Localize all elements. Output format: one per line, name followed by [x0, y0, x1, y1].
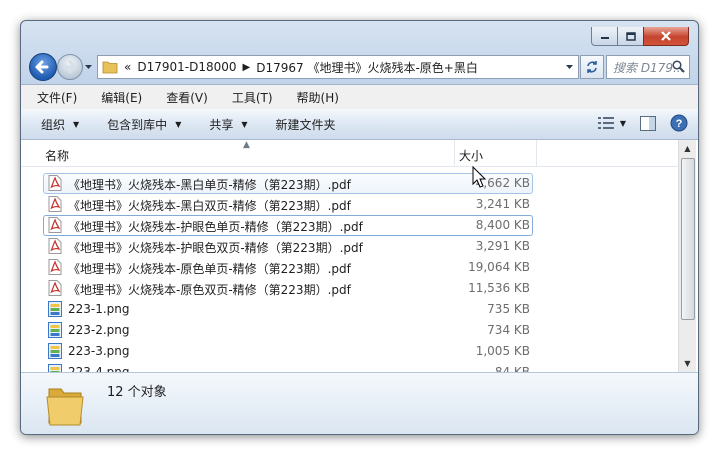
- file-row[interactable]: 《地理书》火烧残本-黑白双页-精修（第223期）.pdf 3,241 KB: [21, 194, 678, 215]
- file-name: 《地理书》火烧残本-原色双页-精修（第223期）.pdf: [68, 283, 351, 297]
- file-size: 3,291 KB: [475, 239, 530, 253]
- close-icon: [661, 31, 671, 41]
- scroll-down-icon[interactable]: ▼: [679, 355, 696, 372]
- breadcrumb-separator-icon[interactable]: ▶: [243, 62, 251, 73]
- folder-icon: [102, 61, 118, 74]
- details-pane: 12 个对象: [21, 372, 698, 434]
- help-icon[interactable]: ?: [670, 114, 688, 132]
- file-name: 《地理书》火烧残本-黑白双页-精修（第223期）.pdf: [68, 199, 351, 213]
- column-size[interactable]: 大小: [459, 147, 483, 164]
- file-size: 3,241 KB: [475, 197, 530, 211]
- maximize-button[interactable]: [617, 27, 644, 46]
- sort-ascending-icon: ▲: [243, 140, 250, 150]
- refresh-button[interactable]: [580, 55, 604, 79]
- png-file-icon: [48, 343, 62, 359]
- pdf-file-icon: [48, 217, 62, 233]
- file-name: 223-3.png: [68, 344, 130, 358]
- scrollbar-thumb[interactable]: [681, 158, 695, 320]
- arrow-left-icon: [35, 60, 49, 74]
- file-row[interactable]: 《地理书》火烧残本-原色双页-精修（第223期）.pdf 11,536 KB: [21, 278, 678, 299]
- pdf-file-icon: [48, 259, 62, 275]
- pdf-file-icon: [48, 196, 62, 212]
- address-dropdown-icon[interactable]: [565, 62, 574, 71]
- file-row[interactable]: 223-2.png 734 KB: [21, 320, 678, 341]
- dropdown-arrow-icon: ▼: [241, 119, 248, 129]
- menu-edit[interactable]: 编辑(E): [93, 89, 150, 106]
- file-row[interactable]: 223-1.png 735 KB: [21, 299, 678, 320]
- file-size: 735 KB: [487, 302, 530, 316]
- minimize-icon: [600, 37, 609, 39]
- file-size: 734 KB: [487, 323, 530, 337]
- share-button[interactable]: 共享 ▼: [201, 116, 255, 133]
- vertical-scrollbar[interactable]: ▲ ▼: [678, 140, 696, 372]
- menu-tools[interactable]: 工具(T): [224, 89, 281, 106]
- arrow-right-icon: [63, 60, 77, 74]
- menu-help[interactable]: 帮助(H): [289, 89, 347, 106]
- menu-view[interactable]: 查看(V): [158, 89, 216, 106]
- column-divider[interactable]: [536, 140, 537, 166]
- file-name: 223-2.png: [68, 323, 130, 337]
- scroll-up-icon[interactable]: ▲: [679, 140, 696, 157]
- breadcrumb-item[interactable]: D17967 《地理书》火烧残本-原色+黑白: [256, 59, 478, 76]
- column-name[interactable]: 名称: [45, 147, 69, 164]
- file-row[interactable]: 《地理书》火烧残本-原色单页-精修（第223期）.pdf 19,064 KB: [21, 257, 678, 278]
- new-folder-button[interactable]: 新建文件夹: [268, 116, 344, 133]
- minimize-button[interactable]: [591, 27, 618, 46]
- recent-pages-dropdown-icon[interactable]: [84, 62, 93, 71]
- file-row[interactable]: 《地理书》火烧残本-护眼色单页-精修（第223期）.pdf 8,400 KB: [21, 215, 678, 236]
- file-row[interactable]: 《地理书》火烧残本-护眼色双页-精修（第223期）.pdf 3,291 KB: [21, 236, 678, 257]
- view-dropdown-icon[interactable]: ▼: [620, 119, 626, 128]
- share-label: 共享: [209, 117, 234, 132]
- mouse-cursor-icon: [472, 166, 486, 188]
- new-folder-label: 新建文件夹: [275, 117, 336, 132]
- file-size: 8,400 KB: [475, 218, 530, 232]
- svg-text:?: ?: [676, 118, 683, 130]
- png-file-icon: [48, 322, 62, 338]
- file-size: 11,536 KB: [468, 281, 530, 295]
- menu-file[interactable]: 文件(F): [29, 89, 85, 106]
- pdf-file-icon: [48, 175, 62, 191]
- refresh-icon: [587, 61, 597, 73]
- close-button[interactable]: [643, 27, 689, 46]
- file-name: 223-1.png: [68, 302, 130, 316]
- file-name: 《地理书》火烧残本-护眼色双页-精修（第223期）.pdf: [68, 241, 363, 255]
- column-header: ▲ 名称 大小: [21, 140, 678, 167]
- file-size: 19,064 KB: [468, 260, 530, 274]
- file-row[interactable]: 223-3.png 1,005 KB: [21, 341, 678, 362]
- breadcrumb-item[interactable]: D17901-D18000: [137, 60, 236, 74]
- file-rows: 《地理书》火烧残本-黑白单页-精修（第223期）.pdf 4,662 KB 《地理书…: [21, 173, 678, 383]
- column-divider[interactable]: [454, 140, 455, 166]
- breadcrumb-overflow[interactable]: «: [124, 60, 131, 74]
- dropdown-arrow-icon: ▼: [175, 119, 182, 129]
- back-button[interactable]: [29, 53, 57, 81]
- file-name: 《地理书》火烧残本-黑白单页-精修（第223期）.pdf: [68, 178, 351, 192]
- file-row[interactable]: 《地理书》火烧残本-黑白单页-精修（第223期）.pdf 4,662 KB: [21, 173, 678, 194]
- search-icon[interactable]: [672, 60, 685, 73]
- png-file-icon: [48, 301, 62, 317]
- include-label: 包含到库中: [107, 117, 168, 132]
- include-in-library-button[interactable]: 包含到库中 ▼: [99, 116, 189, 133]
- file-name: 《地理书》火烧残本-护眼色单页-精修（第223期）.pdf: [68, 220, 363, 234]
- explorer-window: « D17901-D18000 ▶ D17967 《地理书》火烧残本-原色+黑白…: [20, 20, 699, 435]
- forward-button[interactable]: [57, 54, 83, 80]
- menu-bar: 文件(F) 编辑(E) 查看(V) 工具(T) 帮助(H): [21, 84, 698, 109]
- folder-icon: [46, 388, 84, 426]
- maximize-icon: [625, 31, 636, 41]
- organize-button[interactable]: 组织 ▼: [33, 116, 87, 133]
- pdf-file-icon: [48, 280, 62, 296]
- search-box[interactable]: 搜索 D179...: [606, 55, 690, 79]
- item-count: 12 个对象: [107, 385, 167, 400]
- pdf-file-icon: [48, 238, 62, 254]
- file-list: ▲ 名称 大小 《地理书》火烧残本-黑白单页-精修（第223期）.pdf 4,66…: [21, 140, 698, 380]
- file-name: 《地理书》火烧残本-原色单页-精修（第223期）.pdf: [68, 262, 351, 276]
- dropdown-arrow-icon: ▼: [73, 119, 80, 129]
- command-bar: 组织 ▼ 包含到库中 ▼ 共享 ▼ 新建文件夹 ▼ ?: [21, 109, 698, 140]
- file-size: 1,005 KB: [475, 344, 530, 358]
- view-options-icon[interactable]: [597, 116, 614, 130]
- organize-label: 组织: [41, 117, 66, 132]
- preview-pane-icon[interactable]: [640, 115, 656, 131]
- address-bar[interactable]: « D17901-D18000 ▶ D17967 《地理书》火烧残本-原色+黑白: [97, 55, 579, 79]
